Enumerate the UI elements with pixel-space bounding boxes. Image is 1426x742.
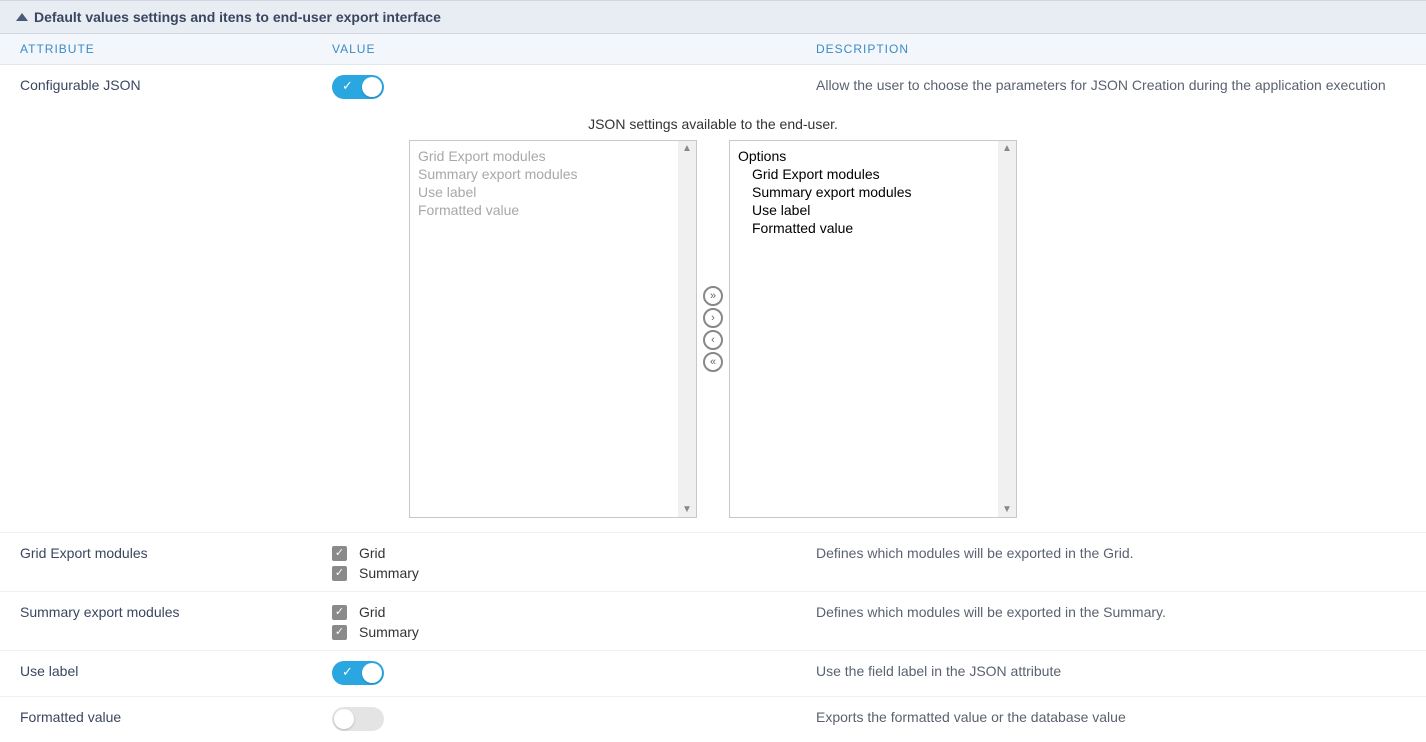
desc-text: Use the field label in the JSON attribut… <box>816 659 1426 679</box>
transfer-buttons: » › ‹ « <box>703 286 723 372</box>
list-item[interactable]: Formatted value <box>418 201 670 219</box>
scroll-down-icon[interactable]: ▼ <box>682 502 692 517</box>
list-item[interactable]: Summary export modules <box>418 165 670 183</box>
scrollbar[interactable]: ▲ ▼ <box>678 141 696 517</box>
list-item[interactable]: Summary export modules <box>738 183 990 201</box>
header-description: DESCRIPTION <box>816 42 1426 56</box>
row-formatted-value: Formatted value Exports the formatted va… <box>0 697 1426 742</box>
available-listbox[interactable]: Grid Export modules Summary export modul… <box>409 140 697 518</box>
collapse-triangle-icon <box>16 13 28 21</box>
header-attribute: ATTRIBUTE <box>0 42 332 56</box>
move-left-button[interactable]: ‹ <box>703 330 723 350</box>
desc-text: Allow the user to choose the parameters … <box>816 73 1426 93</box>
checkbox-summary[interactable]: ✓ <box>332 566 347 581</box>
attr-label: Configurable JSON <box>0 73 332 93</box>
move-right-button[interactable]: › <box>703 308 723 328</box>
row-grid-export-modules: Grid Export modules ✓ Grid ✓ Summary Def… <box>0 533 1426 592</box>
scroll-up-icon[interactable]: ▲ <box>1002 141 1012 156</box>
scrollbar[interactable]: ▲ ▼ <box>998 141 1016 517</box>
checkbox-label: Grid <box>359 602 385 622</box>
desc-text: Exports the formatted value or the datab… <box>816 705 1426 725</box>
desc-text: Defines which modules will be exported i… <box>816 600 1426 620</box>
list-item[interactable]: Use label <box>738 201 990 219</box>
selected-listbox[interactable]: Options Grid Export modules Summary expo… <box>729 140 1017 518</box>
toggle-use-label[interactable] <box>332 661 384 685</box>
scroll-down-icon[interactable]: ▼ <box>1002 502 1012 517</box>
list-item[interactable]: Use label <box>418 183 670 201</box>
attr-label: Summary export modules <box>0 600 332 620</box>
toggle-configurable-json[interactable] <box>332 75 384 99</box>
attr-label: Formatted value <box>0 705 332 725</box>
list-item[interactable]: Formatted value <box>738 219 990 237</box>
section-header[interactable]: Default values settings and itens to end… <box>0 0 1426 34</box>
list-group-label[interactable]: Options <box>738 147 990 165</box>
list-item[interactable]: Grid Export modules <box>418 147 670 165</box>
desc-text: Defines which modules will be exported i… <box>816 541 1426 561</box>
attr-label: Grid Export modules <box>0 541 332 561</box>
move-all-right-button[interactable]: » <box>703 286 723 306</box>
row-summary-export-modules: Summary export modules ✓ Grid ✓ Summary … <box>0 592 1426 651</box>
row-use-label: Use label Use the field label in the JSO… <box>0 651 1426 697</box>
header-value: VALUE <box>332 42 816 56</box>
checkbox-grid[interactable]: ✓ <box>332 546 347 561</box>
checkbox-label: Grid <box>359 543 385 563</box>
dual-list-section: JSON settings available to the end-user.… <box>0 110 1426 533</box>
dual-list-caption: JSON settings available to the end-user. <box>20 116 1406 132</box>
table-header-row: ATTRIBUTE VALUE DESCRIPTION <box>0 34 1426 65</box>
move-all-left-button[interactable]: « <box>703 352 723 372</box>
attr-label: Use label <box>0 659 332 679</box>
checkbox-summary[interactable]: ✓ <box>332 625 347 640</box>
scroll-up-icon[interactable]: ▲ <box>682 141 692 156</box>
row-configurable-json: Configurable JSON Allow the user to choo… <box>0 65 1426 110</box>
checkbox-grid[interactable]: ✓ <box>332 605 347 620</box>
checkbox-label: Summary <box>359 622 419 642</box>
section-title: Default values settings and itens to end… <box>34 9 441 25</box>
list-item[interactable]: Grid Export modules <box>738 165 990 183</box>
checkbox-label: Summary <box>359 563 419 583</box>
toggle-formatted-value[interactable] <box>332 707 384 731</box>
